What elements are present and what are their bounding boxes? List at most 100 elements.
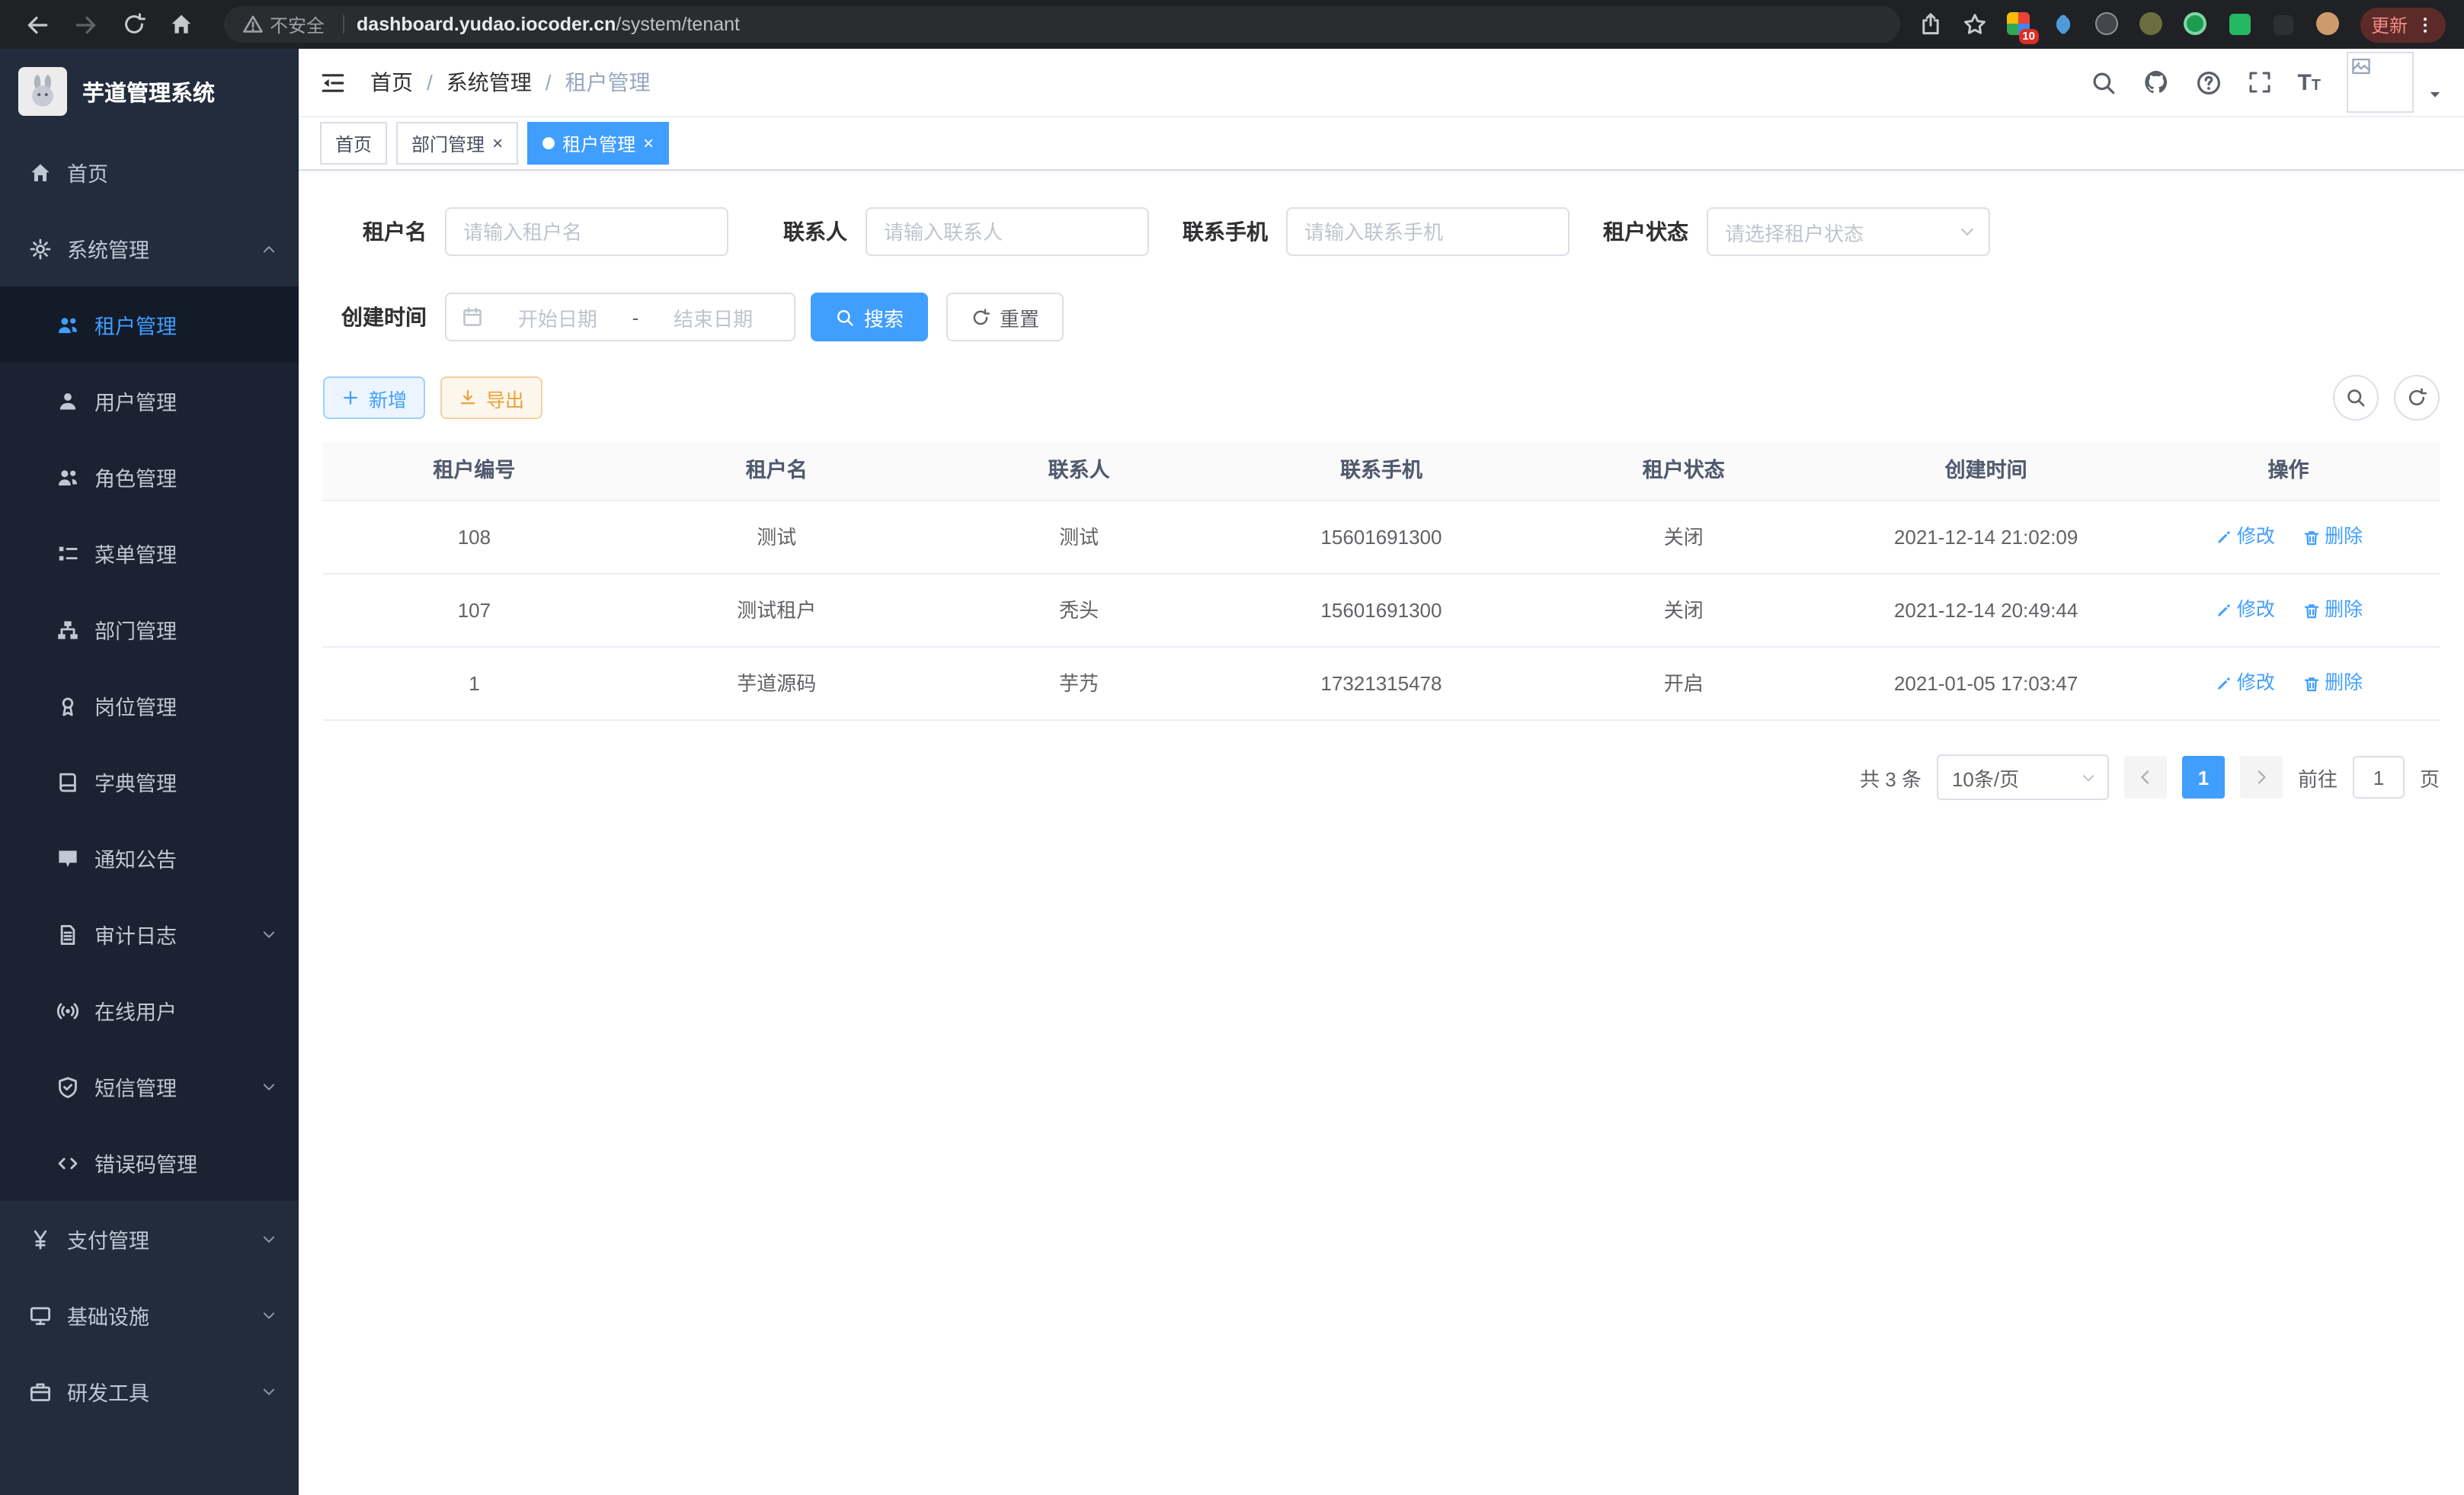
- url-text: dashboard.yudao.iocoder.cn/system/tenant: [357, 14, 740, 35]
- delete-icon: [2302, 528, 2320, 546]
- close-icon[interactable]: ×: [492, 134, 503, 152]
- browser-actions: 10 更新: [1918, 7, 2452, 42]
- code-icon: [55, 1151, 79, 1175]
- reset-button[interactable]: 重置: [946, 293, 1064, 341]
- sidebar-item-dept[interactable]: 部门管理: [0, 591, 299, 667]
- extension-grid-icon[interactable]: 10: [2007, 12, 2031, 37]
- sidebar-menu: 首页 系统管理 租户管理 用户管理 角色管理: [0, 134, 299, 1429]
- tenant-name-input[interactable]: [445, 207, 728, 256]
- tab-dept[interactable]: 部门管理 ×: [396, 122, 518, 165]
- extension-dark-icon[interactable]: [2095, 12, 2120, 37]
- fold-icon[interactable]: [320, 69, 346, 95]
- sidebar-item-errorcode[interactable]: 错误码管理: [0, 1125, 299, 1201]
- reload-icon[interactable]: [122, 12, 146, 37]
- bookmark-star-icon[interactable]: [1963, 12, 1987, 37]
- breadcrumb: 首页 / 系统管理 / 租户管理: [370, 67, 651, 98]
- refresh-table-button[interactable]: [2394, 375, 2440, 421]
- search-button[interactable]: 搜索: [811, 293, 928, 341]
- column-header: 租户编号: [323, 442, 626, 500]
- list-icon: [55, 541, 79, 565]
- warning-icon: [242, 14, 264, 35]
- browser-menu-icon: [2415, 14, 2435, 34]
- role-users-icon: [55, 465, 79, 489]
- fullscreen-icon[interactable]: [2247, 70, 2271, 94]
- extension-badge: 10: [2018, 29, 2039, 44]
- tab-home[interactable]: 首页: [320, 122, 387, 165]
- share-icon[interactable]: [1918, 12, 1943, 37]
- refresh-icon: [971, 307, 990, 327]
- extension-chat-icon[interactable]: [2228, 12, 2252, 37]
- edit-icon: [2214, 674, 2232, 693]
- table-row: 1 芋道源码 芋艿 17321315478 开启 2021-01-05 17:0…: [323, 648, 2440, 721]
- back-icon[interactable]: [24, 11, 50, 37]
- status-select[interactable]: 请选择租户状态: [1707, 207, 1990, 256]
- date-range-picker[interactable]: 开始日期 - 结束日期: [445, 293, 795, 341]
- signal-icon: [55, 998, 79, 1023]
- show-search-button[interactable]: [2333, 375, 2379, 421]
- chevron-down-icon: [261, 1231, 277, 1247]
- phone-input[interactable]: [1286, 207, 1570, 256]
- help-icon[interactable]: [2195, 69, 2221, 95]
- page: 不安全 dashboard.yudao.iocoder.cn/system/te…: [0, 0, 2464, 1495]
- page-number-button[interactable]: 1: [2182, 756, 2225, 799]
- app-title: 芋道管理系统: [82, 75, 215, 107]
- delete-link[interactable]: 删除: [2302, 575, 2363, 646]
- sidebar-item-online[interactable]: 在线用户: [0, 972, 299, 1048]
- column-header: 创建时间: [1835, 442, 2137, 500]
- sidebar-item-system[interactable]: 系统管理: [0, 210, 299, 287]
- profile-avatar[interactable]: [2316, 12, 2341, 37]
- update-button[interactable]: 更新: [2360, 7, 2446, 42]
- tags-view-bar: 首页 部门管理 × 租户管理 ×: [299, 117, 2464, 171]
- sidebar-item-sms[interactable]: 短信管理: [0, 1048, 299, 1125]
- sidebar-item-tenant[interactable]: 租户管理: [0, 287, 299, 363]
- active-dot: [542, 137, 555, 149]
- user-icon: [55, 389, 79, 413]
- extension-drop-icon[interactable]: [2051, 12, 2075, 37]
- sidebar-item-infra[interactable]: 基础设施: [0, 1277, 299, 1353]
- address-bar[interactable]: 不安全 dashboard.yudao.iocoder.cn/system/te…: [224, 6, 1900, 43]
- goto-page-input[interactable]: [2353, 756, 2405, 799]
- sidebar-item-menu[interactable]: 菜单管理: [0, 515, 299, 591]
- breadcrumb-system[interactable]: 系统管理: [446, 67, 532, 98]
- gear-icon: [27, 236, 52, 261]
- sidebar-item-notice[interactable]: 通知公告: [0, 820, 299, 896]
- contact-input[interactable]: [866, 207, 1149, 256]
- github-icon[interactable]: [2142, 69, 2169, 96]
- forward-icon[interactable]: [73, 11, 99, 37]
- breadcrumb-home[interactable]: 首页: [370, 67, 413, 98]
- extension-green-circle-icon[interactable]: [2184, 12, 2208, 37]
- sidebar-item-role[interactable]: 角色管理: [0, 439, 299, 515]
- browser-home-icon[interactable]: [169, 12, 194, 37]
- prev-page-button[interactable]: [2124, 756, 2167, 799]
- message-icon: [55, 846, 79, 870]
- delete-link[interactable]: 删除: [2302, 501, 2363, 573]
- export-button[interactable]: 导出: [440, 376, 542, 419]
- tab-tenant[interactable]: 租户管理 ×: [527, 122, 669, 165]
- sidebar-item-auditlog[interactable]: 审计日志: [0, 896, 299, 972]
- add-button[interactable]: 新增: [323, 376, 425, 419]
- delete-link[interactable]: 删除: [2302, 648, 2363, 719]
- caret-down-icon[interactable]: [2427, 87, 2443, 102]
- sidebar-item-user[interactable]: 用户管理: [0, 363, 299, 439]
- extension-olive-icon[interactable]: [2139, 12, 2164, 37]
- edit-link[interactable]: 修改: [2214, 648, 2275, 719]
- sidebar-item-pay[interactable]: 支付管理: [0, 1201, 299, 1277]
- next-page-button[interactable]: [2240, 756, 2283, 799]
- date-separator: -: [632, 306, 639, 328]
- extensions-puzzle-icon[interactable]: [2272, 12, 2296, 37]
- edit-link[interactable]: 修改: [2214, 575, 2275, 646]
- search-icon[interactable]: [2090, 69, 2116, 95]
- sidebar-item-dict[interactable]: 字典管理: [0, 744, 299, 820]
- security-label: 不安全: [270, 11, 325, 37]
- user-avatar[interactable]: [2347, 52, 2414, 113]
- font-size-icon[interactable]: TT: [2297, 69, 2321, 95]
- table-row: 108 测试 测试 15601691300 关闭 2021-12-14 21:0…: [323, 501, 2440, 575]
- sidebar-item-home[interactable]: 首页: [0, 134, 299, 210]
- home-icon: [27, 160, 52, 184]
- sidebar-item-post[interactable]: 岗位管理: [0, 667, 299, 744]
- app-logo[interactable]: 芋道管理系统: [0, 49, 299, 134]
- page-size-select[interactable]: 10条/页: [1937, 754, 2109, 800]
- sidebar-item-devtools[interactable]: 研发工具: [0, 1353, 299, 1429]
- edit-link[interactable]: 修改: [2214, 501, 2275, 573]
- close-icon[interactable]: ×: [643, 134, 654, 152]
